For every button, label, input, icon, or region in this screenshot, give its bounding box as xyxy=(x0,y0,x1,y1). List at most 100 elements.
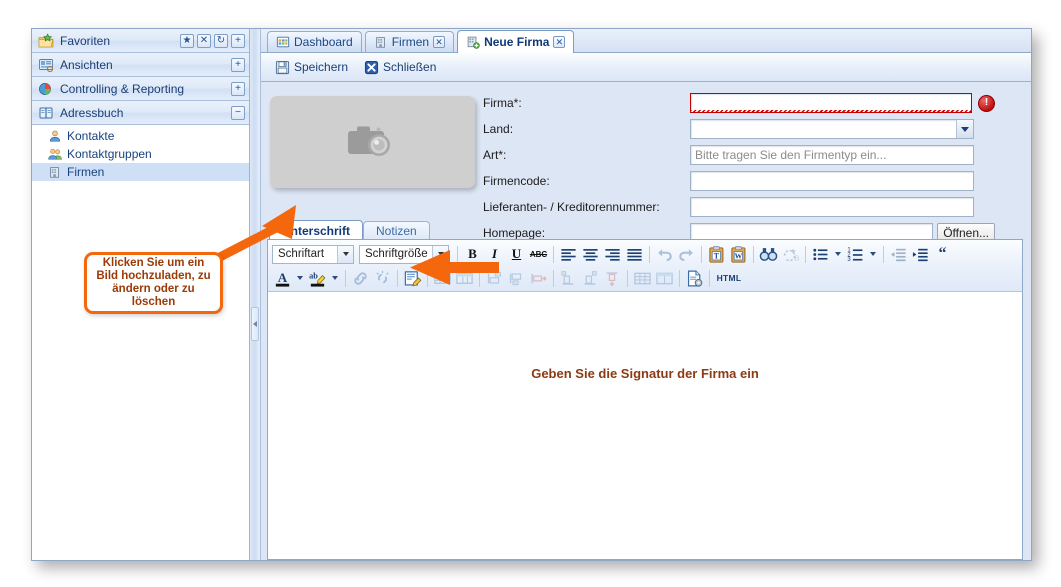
firmencode-input[interactable] xyxy=(690,171,974,191)
svg-text:ab: ab xyxy=(309,271,318,280)
insert-row-above-button[interactable] xyxy=(484,268,505,289)
error-badge-icon: ! xyxy=(978,95,995,112)
favorites-refresh-button[interactable]: ↻ xyxy=(214,34,228,48)
chevron-down-icon[interactable] xyxy=(432,246,448,263)
kreditorennummer-input[interactable] xyxy=(690,197,974,217)
italic-button[interactable]: I xyxy=(484,244,505,265)
sidebar-item-kontakte[interactable]: Kontakte xyxy=(32,127,249,145)
bullet-list-dropdown[interactable] xyxy=(832,244,844,265)
outdent-button[interactable] xyxy=(888,244,909,265)
panel-collapse-handle[interactable] xyxy=(251,307,259,341)
nav-group-ansichten[interactable]: Ansichten + xyxy=(32,53,249,77)
editor-content-area[interactable]: Geben Sie die Signatur der Firma ein xyxy=(268,292,1022,559)
sidebar-item-firmen[interactable]: Firmen xyxy=(32,163,249,181)
favorites-remove-button[interactable]: ✕ xyxy=(197,34,211,48)
replace-button[interactable]: B xyxy=(780,244,801,265)
table-cell-button[interactable] xyxy=(654,268,675,289)
svg-text:T: T xyxy=(714,251,720,260)
tab-close-button[interactable]: ✕ xyxy=(553,36,565,48)
panel-splitter[interactable] xyxy=(250,29,261,560)
field-row-kreditorennummer: Lieferanten- / Kreditorennummer: xyxy=(483,194,1023,220)
undo-button[interactable] xyxy=(654,244,675,265)
tab-close-button[interactable]: ✕ xyxy=(433,36,445,48)
html-source-button[interactable]: HTML xyxy=(714,268,744,289)
delete-col-button[interactable] xyxy=(602,268,623,289)
rich-text-editor: Schriftart Schriftgröße B I xyxy=(267,239,1023,560)
find-button[interactable] xyxy=(758,244,779,265)
company-building-icon xyxy=(48,165,62,179)
indent-button[interactable] xyxy=(910,244,931,265)
font-color-dropdown[interactable] xyxy=(294,268,306,289)
remove-link-button[interactable] xyxy=(372,268,393,289)
tab-neue-firma[interactable]: Neue Firma ✕ xyxy=(457,30,574,53)
controlling-pie-icon xyxy=(38,81,54,97)
views-expand-button[interactable]: + xyxy=(231,58,245,72)
sidebar-item-kontaktgruppen[interactable]: Kontaktgruppen xyxy=(32,145,249,163)
strikethrough-button[interactable]: ABC xyxy=(528,244,549,265)
toolbar-separator xyxy=(883,246,884,263)
delete-row-button[interactable] xyxy=(528,268,549,289)
tab-unterschrift[interactable]: Unterschrift xyxy=(269,220,363,240)
art-input[interactable] xyxy=(690,145,974,165)
company-photo-placeholder[interactable] xyxy=(270,96,475,188)
highlight-color-dropdown[interactable] xyxy=(329,268,341,289)
insert-col-right-button[interactable] xyxy=(580,268,601,289)
font-color-button[interactable]: A xyxy=(272,268,293,289)
font-family-select[interactable]: Schriftart xyxy=(272,245,354,264)
numbered-list-dropdown[interactable] xyxy=(867,244,879,265)
align-justify-button[interactable] xyxy=(624,244,645,265)
table-grid-button[interactable] xyxy=(632,268,653,289)
nav-group-adressbuch[interactable]: Adressbuch − xyxy=(32,101,249,125)
nav-group-favoriten[interactable]: Favoriten ★ ✕ ↻ + xyxy=(32,29,249,53)
paste-from-word-button[interactable]: W xyxy=(728,244,749,265)
align-right-button[interactable] xyxy=(602,244,623,265)
land-input[interactable] xyxy=(690,119,974,139)
edit-form-button[interactable] xyxy=(402,268,423,289)
underline-button[interactable]: U xyxy=(506,244,527,265)
land-combobox[interactable] xyxy=(690,119,974,139)
table-properties-button[interactable] xyxy=(454,268,475,289)
svg-text:3: 3 xyxy=(847,257,851,263)
bold-button[interactable]: B xyxy=(462,244,483,265)
land-dropdown-button[interactable] xyxy=(956,120,973,138)
save-button[interactable]: Speichern xyxy=(269,57,354,78)
toolbar-separator xyxy=(427,270,428,287)
favorites-star-button[interactable]: ★ xyxy=(180,34,194,48)
bullet-list-button[interactable] xyxy=(810,244,831,265)
insert-link-button[interactable] xyxy=(350,268,371,289)
camera-icon xyxy=(345,121,401,163)
annotation-callout: Klicken Sie um ein Bild hochzuladen, zu … xyxy=(84,252,223,314)
paste-as-text-button[interactable]: T xyxy=(706,244,727,265)
favorites-folder-icon xyxy=(38,33,54,49)
align-left-button[interactable] xyxy=(558,244,579,265)
insert-row-below-button[interactable] xyxy=(506,268,527,289)
nav-group-label: Adressbuch xyxy=(60,106,231,120)
close-button[interactable]: Schließen xyxy=(358,57,442,78)
highlight-color-button[interactable]: ab xyxy=(307,268,328,289)
controlling-button-group: + xyxy=(231,82,245,96)
tab-dashboard[interactable]: Dashboard xyxy=(267,31,362,52)
editor-toolbar-row-2: A ab xyxy=(272,266,1019,290)
tab-notizen[interactable]: Notizen xyxy=(363,221,430,240)
numbered-list-button[interactable]: 123 xyxy=(845,244,866,265)
nav-group-controlling-reporting[interactable]: Controlling & Reporting + xyxy=(32,77,249,101)
favorites-expand-button[interactable]: + xyxy=(231,34,245,48)
sidebar-item-label: Firmen xyxy=(67,165,104,179)
page-properties-button[interactable] xyxy=(684,268,705,289)
redo-button[interactable] xyxy=(676,244,697,265)
addressbook-collapse-button[interactable]: − xyxy=(231,106,245,120)
chevron-down-icon[interactable] xyxy=(337,246,353,263)
floppy-disk-icon xyxy=(275,60,290,75)
editor-section: Unterschrift Notizen Schriftart xyxy=(267,220,1023,560)
contact-person-icon xyxy=(48,129,62,143)
align-center-button[interactable] xyxy=(580,244,601,265)
font-size-select[interactable]: Schriftgröße xyxy=(359,245,449,264)
insert-table-button[interactable] xyxy=(432,268,453,289)
nav-group-label: Controlling & Reporting xyxy=(60,82,231,96)
signature-placeholder-text: Geben Sie die Signatur der Firma ein xyxy=(268,366,1022,381)
tab-firmen[interactable]: Firmen ✕ xyxy=(365,31,454,52)
insert-col-left-button[interactable] xyxy=(558,268,579,289)
blue-x-icon xyxy=(364,60,379,75)
controlling-expand-button[interactable]: + xyxy=(231,82,245,96)
blockquote-button[interactable]: “ xyxy=(932,244,953,265)
